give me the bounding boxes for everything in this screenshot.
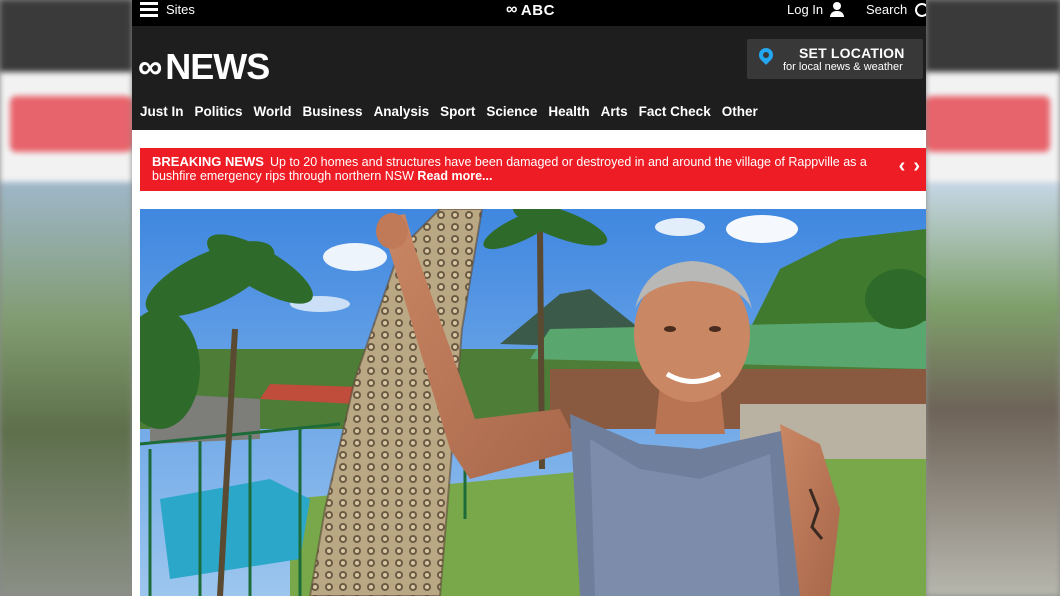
nav-item-world[interactable]: World [254,100,292,124]
sites-menu-label[interactable]: Sites [166,2,195,17]
chevron-right-icon[interactable]: › [913,156,920,176]
abc-logo-label: ABC [520,1,555,19]
set-location-button[interactable]: SET LOCATION for local news & weather [747,39,923,79]
abc-lissajous-icon: ∞ [506,1,518,18]
location-pin-icon [756,45,776,65]
breaking-news-label: BREAKING NEWS [152,154,264,169]
nav-item-fact-check[interactable]: Fact Check [639,100,711,124]
read-more-link[interactable]: Read more... [417,169,492,183]
abc-news-logo[interactable]: ∞ NEWS [138,46,270,88]
nav-item-business[interactable]: Business [303,100,363,124]
blurred-backdrop-left [0,0,132,596]
user-icon [830,2,845,17]
abc-lissajous-icon: ∞ [138,47,162,86]
set-location-title: SET LOCATION [799,45,905,61]
chevron-left-icon[interactable]: ‹ [899,156,906,176]
breaking-news-text: BREAKING NEWS Up to 20 homes and structur… [152,154,872,184]
nav-item-science[interactable]: Science [486,100,537,124]
hero-photo[interactable] [140,209,926,596]
breaking-news-pager: ‹ › [891,156,920,176]
search-label: Search [866,2,908,17]
nav-item-sport[interactable]: Sport [440,100,475,124]
main-nav: Just In Politics World Business Analysis… [132,100,761,124]
set-location-subtitle: for local news & weather [783,61,903,73]
search-button[interactable]: Search [866,2,926,17]
utility-bar: Sites ∞ ABC Log In Search [132,0,926,26]
nav-item-just-in[interactable]: Just In [140,100,184,124]
hamburger-icon[interactable] [140,2,158,18]
nav-item-health[interactable]: Health [548,100,589,124]
nav-item-arts[interactable]: Arts [601,100,628,124]
news-logo-word: NEWS [165,46,270,87]
nav-item-politics[interactable]: Politics [195,100,243,124]
nav-item-analysis[interactable]: Analysis [374,100,430,124]
search-icon [915,2,926,17]
login-label: Log In [787,2,824,17]
site-header: ∞ NEWS SET LOCATION for local news & wea… [132,26,926,130]
breaking-news-banner[interactable]: BREAKING NEWS Up to 20 homes and structur… [140,148,926,191]
nav-item-other[interactable]: Other [722,100,758,124]
blurred-backdrop-right [926,0,1060,596]
abc-news-page: Sites ∞ ABC Log In Search ∞ NEWS SET LOC… [132,0,926,596]
login-link[interactable]: Log In [787,2,845,17]
abc-logo[interactable]: ∞ ABC [506,1,555,19]
